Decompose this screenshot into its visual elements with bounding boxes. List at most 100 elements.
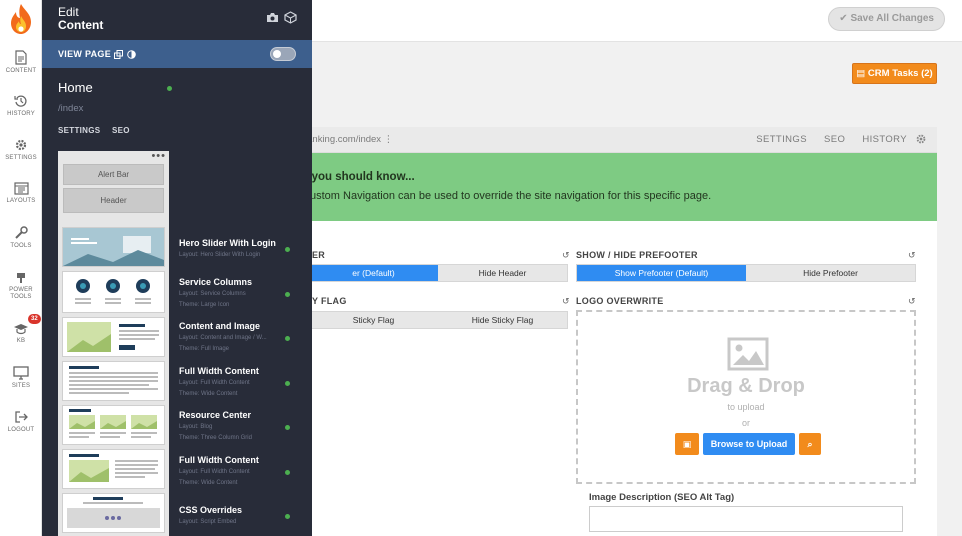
content-image-thumbnail[interactable]: [62, 317, 165, 357]
rail-settings[interactable]: SETTINGS: [0, 138, 42, 162]
images-icon: ▣: [682, 439, 692, 449]
reset-icon[interactable]: ↺: [562, 296, 570, 307]
wrench-icon: [15, 226, 28, 239]
graduation-cap-icon: [14, 324, 28, 335]
rail-label: CONTENT: [5, 68, 37, 74]
panel-tabs: SETTINGS SEO: [58, 126, 139, 135]
cube-icon[interactable]: [284, 11, 297, 24]
hide-header-option[interactable]: Hide Header: [438, 265, 567, 281]
full-width-preview: [63, 362, 164, 400]
search-icon: ⌕: [807, 439, 813, 449]
alert-bar-block[interactable]: Alert Bar: [63, 164, 164, 185]
media-library-button[interactable]: ▣: [675, 433, 699, 455]
show-header-option[interactable]: er (Default): [309, 265, 438, 281]
reset-icon[interactable]: ↺: [562, 250, 570, 261]
drag-drop-title: Drag & Drop: [687, 375, 805, 397]
crm-icon: ▤: [856, 68, 868, 79]
view-page-label[interactable]: VIEW PAGE: [58, 49, 111, 59]
block-theme: Theme: Large Icon: [179, 302, 230, 308]
rail-kb[interactable]: 32 KB: [0, 314, 42, 345]
rail-label: KB: [16, 338, 26, 344]
rail-layouts[interactable]: LAYOUTS: [0, 182, 42, 205]
layout-icon: [13, 182, 29, 195]
browse-upload-button[interactable]: Browse to Upload: [703, 433, 795, 455]
edit-content-panel: Edit Content VIEW PAGE Home /index SETTI…: [42, 0, 312, 536]
external-window-icon[interactable]: [114, 50, 123, 59]
block-name[interactable]: Full Width Content: [179, 455, 259, 465]
panel-tab-seo[interactable]: SEO: [112, 126, 130, 135]
view-page-toggle[interactable]: [270, 47, 296, 61]
rail-history[interactable]: HISTORY: [0, 94, 42, 118]
block-layout: Layout: Content and Image / W...: [179, 335, 267, 341]
panel-title-line2: Content: [58, 18, 104, 32]
hide-sticky-flag-option[interactable]: Hide Sticky Flag: [438, 312, 567, 328]
notice-text: ustom Navigation can be used to override…: [310, 190, 712, 202]
sticky-section-label: Y FLAG: [312, 296, 347, 306]
crm-label: CRM Tasks (2): [867, 68, 933, 79]
contrast-icon[interactable]: [127, 50, 136, 59]
save-label: Save All Changes: [850, 13, 934, 24]
rail-label: POWER TOOLS: [9, 287, 33, 300]
view-page-bar: VIEW PAGE: [42, 40, 312, 68]
rail-sites[interactable]: SITES: [0, 366, 42, 390]
page-path: /index: [58, 103, 84, 114]
document-icon: [15, 50, 27, 65]
hero-slider-preview: [63, 228, 164, 266]
hide-prefooter-option[interactable]: Hide Prefooter: [746, 265, 915, 281]
image-placeholder-icon: [727, 337, 769, 371]
block-name[interactable]: Resource Center: [179, 410, 251, 420]
more-horiz-icon[interactable]: •••: [151, 151, 166, 162]
logout-icon: [15, 411, 28, 423]
tab-settings[interactable]: SETTINGS: [756, 134, 807, 145]
image-description-input[interactable]: [589, 506, 903, 532]
panel-tab-settings[interactable]: SETTINGS: [58, 126, 100, 135]
block-name[interactable]: Hero Slider With Login: [179, 238, 276, 248]
gear-icon: [15, 139, 27, 151]
fixed-blocks: ••• Alert Bar Header: [58, 151, 169, 217]
camera-icon[interactable]: [266, 12, 279, 23]
css-overrides-thumbnail[interactable]: [62, 493, 165, 533]
show-prefooter-option[interactable]: Show Prefooter (Default): [577, 265, 746, 281]
status-dot: [285, 292, 290, 297]
logo-dropzone[interactable]: Drag & Drop to upload or ▣ Browse to Upl…: [576, 310, 916, 484]
sticky-flag-option[interactable]: Sticky Flag: [309, 312, 438, 328]
block-name[interactable]: Full Width Content: [179, 366, 259, 376]
header-block[interactable]: Header: [63, 188, 164, 213]
sticky-flag-toggle: Sticky Flag Hide Sticky Flag: [308, 311, 568, 329]
tab-seo[interactable]: SEO: [824, 134, 845, 145]
rail-content[interactable]: CONTENT: [0, 50, 42, 75]
rail-label: LOGOUT: [7, 427, 35, 433]
save-all-changes-button[interactable]: ✔ Save All Changes: [828, 7, 945, 31]
flame-logo-icon[interactable]: [7, 3, 35, 35]
service-columns-thumbnail[interactable]: [62, 271, 165, 313]
prefooter-toggle: Show Prefooter (Default) Hide Prefooter: [576, 264, 916, 282]
reset-icon[interactable]: ↺: [908, 250, 916, 261]
page-title[interactable]: Home: [58, 80, 93, 95]
crm-tasks-button[interactable]: ▤ CRM Tasks (2): [852, 63, 937, 84]
reset-icon[interactable]: ↺: [908, 296, 916, 307]
full-width-content-thumbnail-2[interactable]: [62, 449, 165, 489]
rail-logout[interactable]: LOGOUT: [0, 410, 42, 434]
block-name[interactable]: Service Columns: [179, 277, 252, 287]
rail-label: SITES: [11, 383, 31, 389]
rail-power-tools[interactable]: POWER TOOLS: [0, 270, 42, 301]
full-width-content-thumbnail[interactable]: [62, 361, 165, 401]
header-toggle: er (Default) Hide Header: [308, 264, 568, 282]
search-button[interactable]: ⌕: [799, 433, 821, 455]
rail-label: LAYOUTS: [6, 198, 36, 204]
status-dot: [285, 247, 290, 252]
block-name[interactable]: Content and Image: [179, 321, 260, 331]
block-name[interactable]: CSS Overrides: [179, 505, 242, 515]
resource-center-thumbnail[interactable]: [62, 405, 165, 445]
block-layout: Layout: Blog: [179, 424, 213, 430]
more-vert-icon[interactable]: ⋮: [384, 134, 394, 145]
power-tools-icon: [17, 273, 25, 283]
tab-history[interactable]: HISTORY: [862, 134, 907, 145]
block-theme: Theme: Three Column Grid: [179, 435, 252, 441]
check-circle-icon: ✔: [839, 13, 851, 24]
gear-icon[interactable]: [915, 133, 927, 145]
hero-slider-thumbnail[interactable]: [62, 227, 165, 267]
block-theme: Theme: Full Image: [179, 346, 230, 352]
rail-tools[interactable]: TOOLS: [0, 226, 42, 250]
image-description-label: Image Description (SEO Alt Tag): [589, 492, 735, 503]
